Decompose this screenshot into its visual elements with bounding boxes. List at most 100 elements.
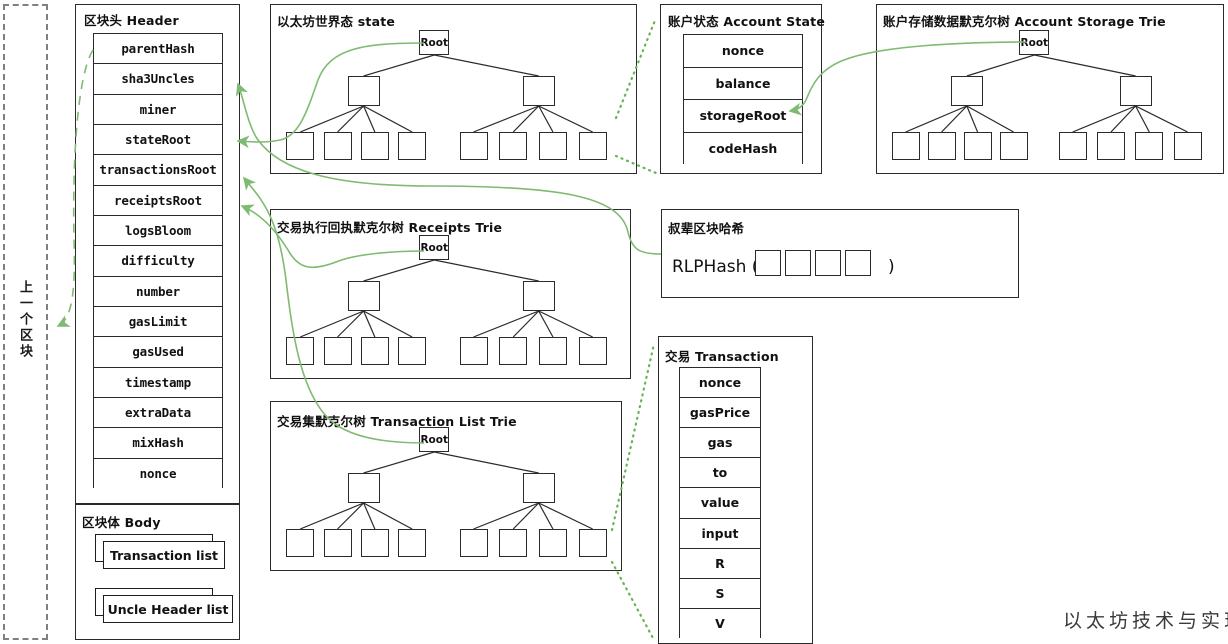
body-card-transaction-list[interactable]: Transaction list bbox=[95, 534, 225, 572]
header-field-list: parentHash sha3Uncles miner stateRoot transa… bbox=[93, 33, 223, 489]
trie-leaf-node bbox=[323, 529, 352, 557]
tx-list-trie-title: 交易集默克尔树 Transaction List Trie bbox=[277, 414, 517, 429]
header-field-label: sha3Uncles bbox=[121, 71, 195, 87]
body-card-label: Uncle Header list bbox=[103, 595, 233, 623]
body-card-uncle-header-list[interactable]: Uncle Header list bbox=[95, 588, 233, 626]
trie-leaf-node bbox=[1058, 132, 1087, 160]
header-field-label: transactionsRoot bbox=[99, 162, 217, 178]
uncle-hash-slot bbox=[815, 250, 841, 276]
header-field-number[interactable]: number bbox=[94, 276, 222, 307]
trie-leaf-node bbox=[323, 337, 352, 365]
rlphash-open-paren: RLPHash ( bbox=[672, 257, 759, 277]
tx-field-label: nonce bbox=[698, 375, 742, 391]
tx-field-nonce[interactable]: nonce bbox=[680, 368, 760, 399]
header-field-label: parentHash bbox=[121, 41, 195, 57]
header-field-label: stateRoot bbox=[125, 132, 191, 148]
account-field-label: nonce bbox=[721, 43, 765, 59]
trie-leaf-node bbox=[999, 132, 1028, 160]
trie-leaf-node bbox=[963, 132, 992, 160]
trie-leaf-node bbox=[459, 337, 488, 365]
header-field-gaslimit[interactable]: gasLimit bbox=[94, 306, 222, 338]
header-field-gasused[interactable]: gasUsed bbox=[94, 337, 222, 368]
header-field-mixhash[interactable]: mixHash bbox=[94, 428, 222, 459]
tx-field-input[interactable]: input bbox=[680, 518, 760, 549]
trie-leaf-node bbox=[1096, 132, 1125, 160]
uncle-hash-slot bbox=[785, 250, 811, 276]
tx-field-label: gasPrice bbox=[689, 405, 751, 421]
tx-field-to[interactable]: to bbox=[680, 458, 760, 489]
trie-leaf-node bbox=[398, 337, 427, 365]
header-field-receiptsroot[interactable]: receiptsRoot bbox=[94, 185, 222, 216]
trie-leaf-node bbox=[286, 529, 315, 557]
account-field-storageroot[interactable]: storageRoot bbox=[684, 100, 802, 133]
trie-branch-node bbox=[347, 473, 380, 503]
state-trie-title: 以太坊世界态 state bbox=[277, 14, 396, 29]
uncle-hash-slot bbox=[845, 250, 871, 276]
trie-branch-node bbox=[522, 473, 555, 503]
header-field-sha3uncles[interactable]: sha3Uncles bbox=[94, 64, 222, 95]
account-field-codehash[interactable]: codeHash bbox=[684, 132, 802, 165]
trie-leaf-node bbox=[398, 529, 427, 557]
header-field-miner[interactable]: miner bbox=[94, 94, 222, 125]
trie-root-node: Root bbox=[419, 235, 450, 260]
header-field-timestamp[interactable]: timestamp bbox=[94, 367, 222, 398]
trie-leaf-node bbox=[1135, 132, 1164, 160]
header-field-difficulty[interactable]: difficulty bbox=[94, 246, 222, 277]
account-field-nonce[interactable]: nonce bbox=[684, 35, 802, 68]
trie-leaf-node bbox=[499, 337, 528, 365]
trie-root-node: Root bbox=[419, 30, 450, 55]
header-field-logsbloom[interactable]: logsBloom bbox=[94, 215, 222, 247]
trie-branch-node bbox=[347, 76, 380, 106]
uncle-hash-slot bbox=[755, 250, 781, 276]
body-group-title: 区块体 Body bbox=[82, 515, 161, 530]
trie-root-node: Root bbox=[1019, 30, 1050, 55]
tx-field-gasprice[interactable]: gasPrice bbox=[680, 398, 760, 429]
tx-field-r[interactable]: R bbox=[680, 548, 760, 579]
diagram-canvas: 上一个区块 区块头 Header parentHash sha3Uncles min… bbox=[0, 0, 1228, 644]
trie-leaf-node bbox=[927, 132, 956, 160]
tx-field-v[interactable]: V bbox=[680, 608, 760, 639]
transaction-title: 交易 Transaction bbox=[665, 349, 779, 364]
header-field-extradata[interactable]: extraData bbox=[94, 397, 222, 429]
header-group-title: 区块头 Header bbox=[84, 13, 179, 28]
tx-field-label: V bbox=[715, 616, 725, 632]
header-field-label: receiptsRoot bbox=[114, 192, 202, 208]
header-field-label: nonce bbox=[139, 466, 177, 482]
trie-leaf-node bbox=[360, 529, 389, 557]
header-field-label: mixHash bbox=[132, 435, 184, 451]
watermark-text: 以太坊技术与实现 bbox=[1063, 610, 1228, 632]
body-card-label: Transaction list bbox=[103, 541, 225, 569]
trie-leaf-node bbox=[286, 337, 315, 365]
trie-branch-node bbox=[347, 281, 380, 311]
account-field-label: codeHash bbox=[708, 141, 778, 157]
transaction-field-list: nonce gasPrice gas to value input R S V bbox=[679, 367, 761, 639]
header-field-parenthash[interactable]: parentHash bbox=[94, 34, 222, 65]
tx-field-label: R bbox=[715, 555, 725, 571]
header-field-label: timestamp bbox=[125, 374, 191, 390]
trie-leaf-node bbox=[323, 132, 352, 160]
previous-block-label: 上一个区块 bbox=[17, 280, 32, 360]
header-field-nonce[interactable]: nonce bbox=[94, 458, 222, 489]
trie-leaf-node bbox=[286, 132, 315, 160]
trie-leaf-node bbox=[538, 132, 567, 160]
header-field-stateroot[interactable]: stateRoot bbox=[94, 124, 222, 156]
header-field-label: miner bbox=[139, 101, 177, 117]
trie-leaf-node bbox=[499, 132, 528, 160]
header-field-label: gasLimit bbox=[128, 314, 188, 330]
trie-leaf-node bbox=[1173, 132, 1202, 160]
tx-field-s[interactable]: S bbox=[680, 578, 760, 609]
trie-leaf-node bbox=[360, 337, 389, 365]
tx-field-value[interactable]: value bbox=[680, 488, 760, 519]
tx-field-label: value bbox=[700, 495, 740, 511]
trie-branch-node bbox=[1119, 76, 1152, 106]
connector-txleaf-to-transaction-bottom bbox=[610, 560, 656, 642]
trie-branch-node bbox=[522, 76, 555, 106]
account-field-label: balance bbox=[715, 75, 771, 91]
header-field-transactionsroot[interactable]: transactionsRoot bbox=[94, 155, 222, 186]
header-field-label: logsBloom bbox=[125, 223, 191, 239]
account-field-balance[interactable]: balance bbox=[684, 67, 802, 100]
tx-field-gas[interactable]: gas bbox=[680, 428, 760, 459]
account-state-field-list: nonce balance storageRoot codeHash bbox=[683, 34, 803, 165]
trie-leaf-node bbox=[891, 132, 920, 160]
uncle-hash-title: 叔辈区块哈希 bbox=[668, 221, 745, 236]
